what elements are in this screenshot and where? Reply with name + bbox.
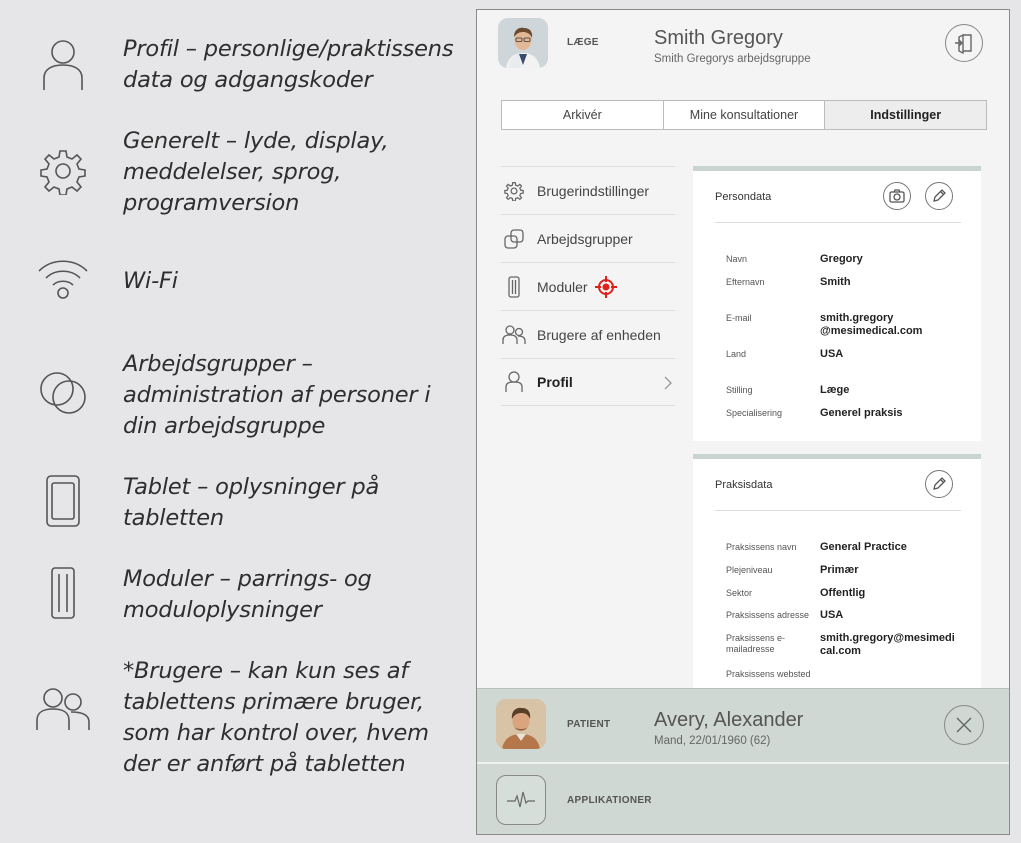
field-value: smith.gregory @mesimedical.com [820, 312, 923, 337]
tab-my-consultations[interactable]: Mine konsultationer [664, 101, 826, 129]
menu-item-label: Profil [537, 374, 573, 390]
card-title: Persondata [715, 191, 772, 203]
field-label: Praksissens e-mailadresse [726, 633, 786, 654]
doctor-avatar[interactable] [498, 18, 548, 68]
field-value: smith.gregory@mesimedi cal.com [820, 632, 955, 657]
workgroups-icon [501, 227, 527, 251]
close-patient-button[interactable] [944, 705, 984, 745]
legend-text-modules: Moduler – parrings- og moduloplysninger [123, 566, 372, 623]
field-label: Plejeniveau [726, 565, 773, 575]
patient-details: Mand, 22/01/1960 (62) [654, 735, 771, 747]
practice-data-card: Praksisdata Praksissens navn General Pra… [693, 454, 981, 688]
edit-personal-data-button[interactable] [925, 182, 953, 210]
field-value: USA [820, 348, 844, 360]
icon-legend: Profil – personlige/praktissens data og … [0, 0, 470, 843]
menu-item-label: Moduler [537, 278, 588, 295]
legend-row-wifi: Wi-Fi [0, 250, 470, 310]
menu-item-label: Brugerindstillinger [537, 182, 650, 199]
field-label: Specialisering [726, 408, 783, 418]
field-value: Offentlig [820, 587, 866, 599]
module-icon [501, 275, 527, 299]
legend-row-tablet: Tablet – oplysninger på tabletten [0, 472, 470, 534]
field-value: Primær [820, 564, 859, 576]
legend-row-users: *Brugere – kan kun ses af tablettens pri… [0, 656, 470, 780]
card-header: Persondata [715, 171, 961, 223]
chevron-right-icon [663, 375, 673, 394]
applications-button[interactable] [496, 775, 546, 825]
tab-archive[interactable]: Arkivér [502, 101, 664, 129]
field-label: Sektor [726, 588, 753, 598]
field-label: Praksissens adresse [726, 610, 810, 620]
field-label: Praksissens navn [726, 542, 797, 552]
legend-text-users: *Brugere – kan kun ses af tablettens pri… [123, 658, 429, 777]
patient-bar: PATIENT Avery, Alexander Mand, 22/01/196… [477, 688, 1009, 762]
main-tabs: Arkivér Mine konsultationer Indstillinge… [501, 100, 987, 130]
field-value: Generel praksis [820, 407, 903, 419]
menu-item-profile[interactable]: Profil [501, 358, 675, 406]
card-header: Praksisdata [715, 459, 961, 511]
pencil-icon [931, 476, 947, 492]
legend-row-workgroups: Arbejdsgrupper – administration af perso… [0, 349, 470, 442]
ecg-icon [497, 776, 545, 824]
module-icon [34, 564, 92, 622]
field-value: Gregory [820, 253, 863, 265]
field-label: E-mail [726, 313, 752, 323]
field-value: Smith [820, 276, 851, 288]
close-icon [954, 715, 974, 735]
patient-avatar[interactable] [496, 699, 546, 749]
pencil-icon [931, 188, 947, 204]
users-icon [501, 323, 527, 347]
patient-name: Avery, Alexander [654, 709, 804, 731]
settings-menu: Brugerindstillinger Arbejdsgrupper Modul… [501, 166, 675, 406]
field-label: Stilling [726, 385, 753, 395]
field-label: Navn [726, 254, 748, 264]
legend-row-general: Generelt – lyde, display, meddelelser, s… [0, 126, 470, 219]
legend-text-workgroups: Arbejdsgrupper – administration af perso… [123, 351, 431, 439]
doctor-workgroup: Smith Gregorys arbejdsgruppe [654, 53, 811, 65]
wifi-icon [34, 250, 92, 308]
menu-item-modules[interactable]: Moduler [501, 262, 675, 310]
doctor-name: Smith Gregory [654, 27, 783, 49]
gear-icon [34, 142, 92, 200]
change-photo-button[interactable] [883, 182, 911, 210]
menu-item-workgroups[interactable]: Arbejdsgrupper [501, 214, 675, 262]
person-icon [34, 36, 92, 94]
field-label: Efternavn [726, 277, 765, 287]
tab-settings[interactable]: Indstillinger [825, 101, 987, 129]
field-value: USA [820, 609, 844, 621]
card-title: Praksisdata [715, 479, 773, 491]
doctor-header: LÆGE Smith Gregory Smith Gregorys arbejd… [477, 10, 1009, 90]
legend-row-profile: Profil – personlige/praktissens data og … [0, 34, 470, 96]
field-label: Land [726, 349, 747, 359]
menu-item-label: Brugere af enheden [537, 326, 661, 343]
applications-label: APPLIKATIONER [567, 795, 652, 806]
workgroups-icon [34, 363, 92, 421]
camera-icon [889, 189, 905, 203]
doctor-role-label: LÆGE [567, 37, 599, 48]
legend-text-profile: Profil – personlige/praktissens data og … [123, 36, 454, 93]
target-icon [594, 275, 617, 298]
edit-practice-data-button[interactable] [925, 470, 953, 498]
logout-icon [953, 32, 975, 54]
legend-text-tablet: Tablet – oplysninger på tabletten [123, 474, 380, 531]
menu-item-user-settings[interactable]: Brugerindstillinger [501, 166, 675, 214]
menu-item-device-users[interactable]: Brugere af enheden [501, 310, 675, 358]
tablet-icon [34, 472, 92, 530]
legend-text-general: Generelt – lyde, display, meddelelser, s… [123, 128, 389, 216]
legend-text-wifi: Wi-Fi [123, 268, 178, 294]
logout-button[interactable] [945, 24, 983, 62]
legend-row-modules: Moduler – parrings- og moduloplysninger [0, 564, 470, 626]
patient-role-label: PATIENT [567, 719, 611, 730]
menu-item-label: Arbejdsgrupper [537, 230, 633, 247]
gear-icon [501, 179, 527, 203]
person-icon [501, 370, 527, 394]
users-icon [34, 680, 92, 738]
field-value: General Practice [820, 541, 907, 553]
tablet-screen: LÆGE Smith Gregory Smith Gregorys arbejd… [476, 9, 1010, 835]
applications-bar: APPLIKATIONER [477, 762, 1009, 834]
personal-data-card: Persondata Navn Gregory Efternavn Smith … [693, 166, 981, 441]
field-label: Praksissens websted [726, 669, 811, 679]
field-value: Læge [820, 384, 850, 396]
